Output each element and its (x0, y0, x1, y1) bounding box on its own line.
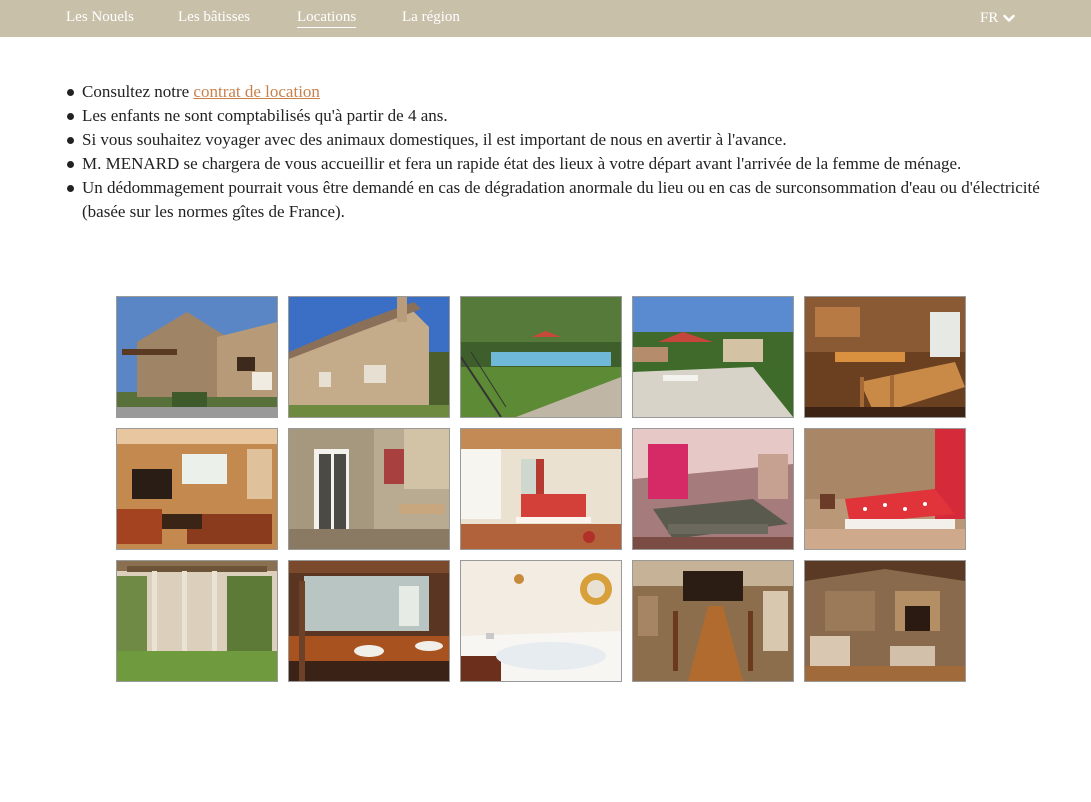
gallery-photo[interactable] (460, 560, 622, 682)
gallery-photo[interactable] (460, 428, 622, 550)
rental-info-list: Consultez notre contrat de location Les … (65, 80, 1040, 224)
photo-gallery (116, 296, 966, 682)
gallery-photo[interactable] (288, 560, 450, 682)
nav-item-les-nouels[interactable]: Les Nouels (66, 9, 134, 26)
info-text: Si vous souhaitez voyager avec des anima… (82, 130, 787, 149)
bullet-icon (67, 185, 74, 192)
nav-item-locations[interactable]: Locations (297, 9, 357, 28)
list-item: Les enfants ne sont comptabilisés qu'à p… (65, 104, 1040, 128)
info-text: Les enfants ne sont comptabilisés qu'à p… (82, 106, 448, 125)
gallery-photo[interactable] (632, 560, 794, 682)
info-text: Un dédommagement pourrait vous être dema… (82, 178, 1040, 221)
list-item: Un dédommagement pourrait vous être dema… (65, 176, 1040, 224)
list-item: Si vous souhaitez voyager avec des anima… (65, 128, 1040, 152)
nav-item-les-batisses[interactable]: Les bâtisses (178, 9, 250, 26)
bullet-icon (67, 89, 74, 96)
nav-item-la-region[interactable]: La région (402, 9, 460, 26)
language-label: FR (980, 10, 999, 26)
gallery-photo[interactable] (116, 428, 278, 550)
gallery-photo[interactable] (632, 296, 794, 418)
gallery-photo[interactable] (288, 296, 450, 418)
rental-contract-link[interactable]: contrat de location (193, 82, 320, 101)
info-text: M. MENARD se chargera de vous accueillir… (82, 154, 962, 173)
chevron-down-icon (1003, 14, 1016, 23)
gallery-photo[interactable] (288, 428, 450, 550)
list-item: Consultez notre contrat de location (65, 80, 1040, 104)
language-selector[interactable]: FR (980, 10, 1016, 27)
bullet-icon (67, 137, 74, 144)
bullet-icon (67, 113, 74, 120)
gallery-photo[interactable] (804, 560, 966, 682)
top-navigation-bar: Les Nouels Les bâtisses Locations La rég… (0, 0, 1091, 37)
gallery-photo[interactable] (632, 428, 794, 550)
gallery-photo[interactable] (116, 560, 278, 682)
info-text: Consultez notre (82, 82, 194, 101)
gallery-photo[interactable] (804, 428, 966, 550)
gallery-photo[interactable] (116, 296, 278, 418)
gallery-photo[interactable] (460, 296, 622, 418)
gallery-photo[interactable] (804, 296, 966, 418)
bullet-icon (67, 161, 74, 168)
list-item: M. MENARD se chargera de vous accueillir… (65, 152, 1040, 176)
